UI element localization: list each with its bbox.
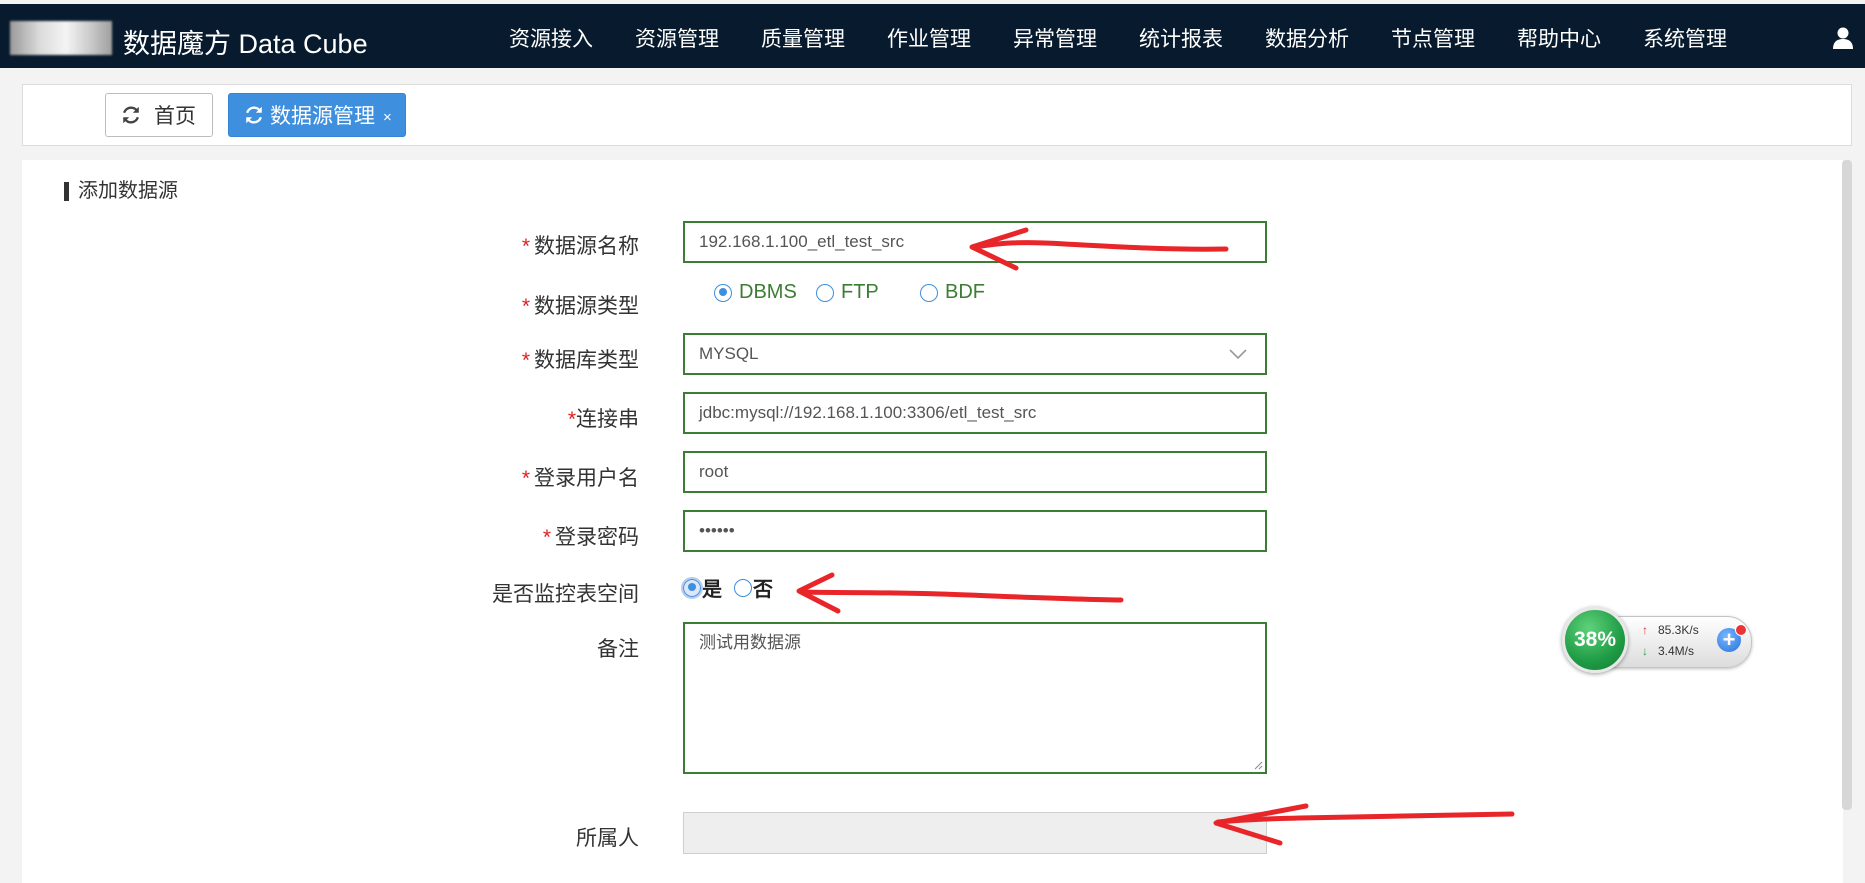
password-input[interactable]: •••••• — [683, 510, 1267, 552]
username-label: * 登录用户名 — [521, 467, 639, 490]
arrow-down-icon: ↓ — [1642, 644, 1648, 658]
datasource-name-label: * 数据源名称 — [521, 235, 639, 258]
monitor-tablespace-label: 是否监控表空间 — [492, 583, 639, 606]
nav-item-quality-management[interactable]: 质量管理 — [740, 4, 866, 68]
add-datasource-form: 添加数据源 * 数据源名称 192.168.1.100_etl_test_src … — [22, 160, 1843, 883]
nav-item-resource-management[interactable]: 资源管理 — [614, 4, 740, 68]
datasource-name-input[interactable]: 192.168.1.100_etl_test_src — [683, 221, 1267, 263]
radio-button[interactable] — [681, 576, 703, 599]
connection-string-input[interactable]: jdbc:mysql://192.168.1.100:3306/etl_test… — [683, 392, 1267, 434]
owner-label: 所属人 — [576, 827, 639, 850]
nav-item-system-management[interactable]: 系统管理 — [1622, 4, 1748, 68]
top-navbar: 数据魔方 Data Cube 资源接入 资源管理 质量管理 作业管理 异常管理 … — [0, 4, 1865, 68]
monitor-radio-yes[interactable]: 是 — [681, 573, 722, 602]
nav-item-resource-access[interactable]: 资源接入 — [488, 4, 614, 68]
connection-string-label: *连接串 — [567, 408, 639, 431]
section-title: 添加数据源 — [64, 181, 178, 201]
password-label: * 登录密码 — [542, 526, 639, 549]
monitor-radio-no[interactable]: 否 — [734, 573, 773, 602]
app-title: 数据魔方 Data Cube — [123, 29, 368, 59]
radio-button[interactable] — [920, 283, 938, 302]
close-icon[interactable]: × — [383, 109, 392, 126]
db-type-label: * 数据库类型 — [521, 349, 639, 372]
radio-button[interactable] — [816, 283, 834, 302]
datasource-type-radio-bdf[interactable]: BDF — [920, 281, 985, 304]
nav-item-node-management[interactable]: 节点管理 — [1370, 4, 1496, 68]
radio-button[interactable] — [734, 578, 752, 597]
tab-home[interactable]: 首页 — [105, 93, 213, 137]
chevron-down-icon — [1229, 349, 1247, 360]
remark-textarea[interactable]: 测试用数据源 — [683, 622, 1267, 774]
download-speed: ↓ 3.4M/s — [1642, 644, 1695, 658]
radio-button[interactable] — [714, 283, 732, 302]
datasource-type-label: * 数据源类型 — [521, 295, 639, 318]
owner-select[interactable] — [683, 812, 1267, 854]
remark-value: 测试用数据源 — [699, 633, 801, 652]
scrollbar[interactable] — [1842, 160, 1852, 810]
datasource-type-radio-ftp[interactable]: FTP — [816, 281, 879, 304]
refresh-icon — [245, 106, 263, 124]
resize-handle-icon[interactable] — [1253, 760, 1263, 770]
nav-item-job-management[interactable]: 作业管理 — [866, 4, 992, 68]
tab-active-label: 数据源管理 — [270, 105, 375, 128]
remark-label: 备注 — [597, 638, 639, 661]
tab-home-label: 首页 — [154, 105, 196, 128]
nav-item-help-center[interactable]: 帮助中心 — [1496, 4, 1622, 68]
upload-speed: ↑ 85.3K/s — [1642, 623, 1699, 637]
usage-percent: 38% — [1562, 607, 1628, 673]
nav-item-data-analysis[interactable]: 数据分析 — [1244, 4, 1370, 68]
datasource-type-radio-dbms[interactable]: DBMS — [714, 281, 797, 304]
tab-strip: 首页 数据源管理 × — [22, 84, 1852, 146]
nav-item-exception-management[interactable]: 异常管理 — [992, 4, 1118, 68]
arrow-up-icon: ↑ — [1642, 623, 1648, 637]
username-input[interactable]: root — [683, 451, 1267, 493]
notification-dot — [1735, 624, 1747, 636]
tab-datasource-management[interactable]: 数据源管理 × — [228, 93, 406, 137]
nav-item-statistics-report[interactable]: 统计报表 — [1118, 4, 1244, 68]
db-type-select[interactable]: MYSQL — [683, 333, 1267, 375]
network-speed-widget[interactable]: 38% ↑ 85.3K/s ↓ 3.4M/s + — [1560, 607, 1752, 673]
db-type-value: MYSQL — [699, 344, 759, 363]
user-icon[interactable] — [1831, 26, 1855, 50]
main-nav: 资源接入 资源管理 质量管理 作业管理 异常管理 统计报表 数据分析 节点管理 … — [488, 4, 1748, 68]
refresh-icon — [122, 106, 140, 124]
logo-image — [10, 21, 112, 55]
